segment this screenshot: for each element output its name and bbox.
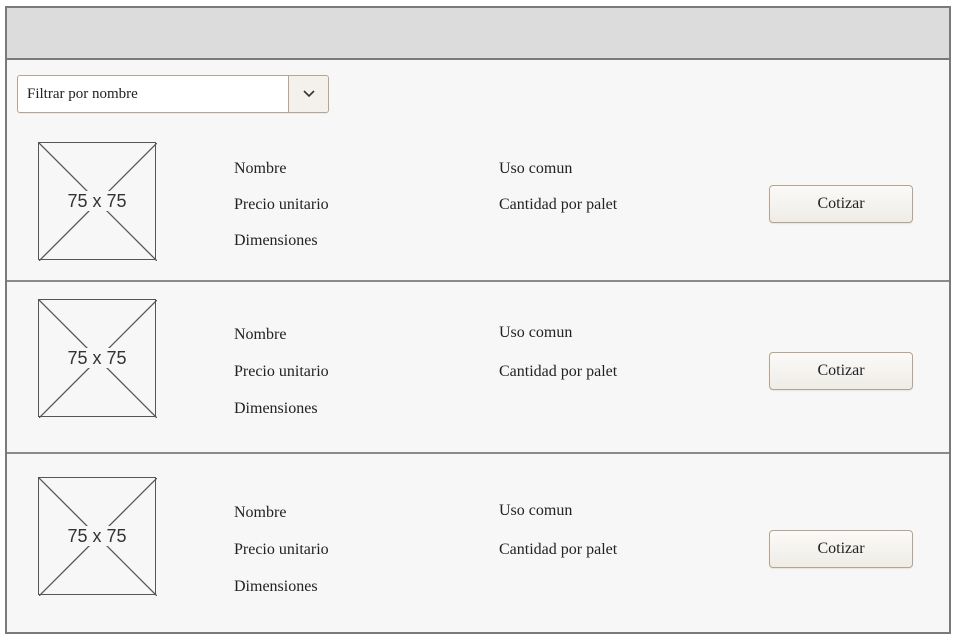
field-uso-comun: Uso comun bbox=[499, 502, 573, 519]
field-nombre: Nombre bbox=[234, 504, 287, 521]
field-uso-comun: Uso comun bbox=[499, 324, 573, 341]
product-image-placeholder: 75 x 75 bbox=[38, 299, 157, 418]
app-frame: Filtrar por nombre 75 x 75 Nombre Precio… bbox=[5, 6, 951, 634]
product-image-placeholder: 75 x 75 bbox=[38, 142, 157, 261]
field-nombre: Nombre bbox=[234, 160, 287, 177]
field-nombre: Nombre bbox=[234, 326, 287, 343]
header-bar bbox=[7, 8, 949, 60]
product-item: 75 x 75 Nombre Precio unitario Dimension… bbox=[7, 282, 949, 454]
image-size-label: 75 x 75 bbox=[65, 348, 129, 368]
filter-dropdown[interactable]: Filtrar por nombre bbox=[17, 75, 329, 113]
product-item: 75 x 75 Nombre Precio unitario Dimension… bbox=[7, 454, 949, 632]
product-image-placeholder: 75 x 75 bbox=[38, 477, 157, 596]
field-precio-unitario: Precio unitario bbox=[234, 196, 329, 213]
image-size-label: 75 x 75 bbox=[65, 191, 129, 211]
product-item: 75 x 75 Nombre Precio unitario Dimension… bbox=[7, 128, 949, 282]
field-cantidad-por-palet: Cantidad por palet bbox=[499, 363, 618, 380]
field-dimensiones: Dimensiones bbox=[234, 232, 318, 249]
field-cantidad-por-palet: Cantidad por palet bbox=[499, 196, 618, 213]
field-uso-comun: Uso comun bbox=[499, 160, 573, 177]
field-precio-unitario: Precio unitario bbox=[234, 541, 329, 558]
field-dimensiones: Dimensiones bbox=[234, 578, 318, 595]
field-dimensiones: Dimensiones bbox=[234, 400, 318, 417]
filter-label: Filtrar por nombre bbox=[27, 86, 138, 102]
cotizar-button[interactable]: Cotizar bbox=[769, 352, 913, 390]
filter-dropdown-button[interactable] bbox=[288, 76, 328, 112]
cotizar-button[interactable]: Cotizar bbox=[769, 185, 913, 223]
cotizar-button[interactable]: Cotizar bbox=[769, 530, 913, 568]
field-precio-unitario: Precio unitario bbox=[234, 363, 329, 380]
image-size-label: 75 x 75 bbox=[65, 526, 129, 546]
chevron-down-icon bbox=[303, 90, 315, 98]
field-cantidad-por-palet: Cantidad por palet bbox=[499, 541, 618, 558]
